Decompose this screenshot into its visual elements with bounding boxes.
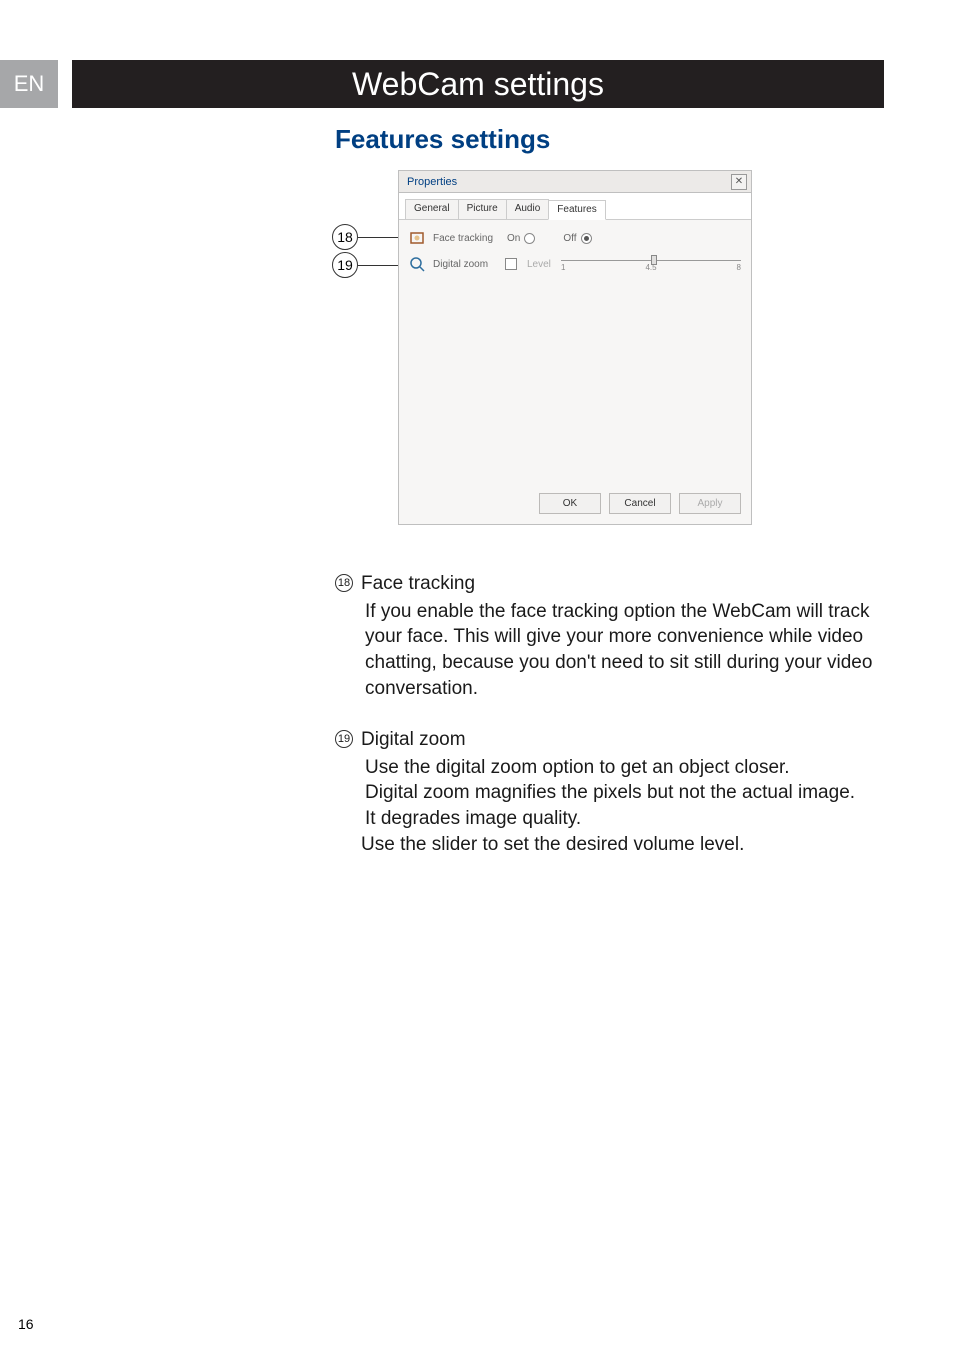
page-title-bar: WebCam settings xyxy=(72,60,884,108)
face-tracking-label: Face tracking xyxy=(433,233,503,244)
tab-audio[interactable]: Audio xyxy=(506,199,550,219)
section-title-face-tracking: Face tracking xyxy=(361,571,475,597)
digital-zoom-checkbox[interactable] xyxy=(505,258,517,270)
face-tracking-row: Face tracking On Off xyxy=(409,230,741,246)
digital-zoom-icon xyxy=(409,256,427,272)
section-para-dz-3: It degrades image quality. xyxy=(335,806,887,832)
section-title-digital-zoom: Digital zoom xyxy=(361,727,466,753)
digital-zoom-label: Digital zoom xyxy=(433,259,503,270)
tab-picture[interactable]: Picture xyxy=(458,199,507,219)
face-tracking-radio-group: On Off xyxy=(507,233,592,244)
properties-dialog: Properties ✕ General Picture Audio Featu… xyxy=(398,170,752,525)
dialog-button-row: OK Cancel Apply xyxy=(399,482,751,524)
radio-off[interactable] xyxy=(581,233,592,244)
section-para-dz-2: Digital zoom magnifies the pixels but no… xyxy=(335,780,887,806)
dialog-title: Properties xyxy=(407,176,457,188)
face-tracking-on-option[interactable]: On xyxy=(507,233,535,244)
face-tracking-off-option[interactable]: Off xyxy=(563,233,591,244)
tab-features[interactable]: Features xyxy=(548,200,605,220)
section-number-18: 18 xyxy=(335,574,353,592)
callout-number-18: 18 xyxy=(332,224,358,250)
tab-general[interactable]: General xyxy=(405,199,459,219)
on-label: On xyxy=(507,233,520,244)
language-tab: EN xyxy=(0,60,58,108)
tab-strip: General Picture Audio Features xyxy=(399,193,751,220)
section-para-face-tracking: If you enable the face tracking option t… xyxy=(335,599,887,702)
radio-on[interactable] xyxy=(524,233,535,244)
section-para-dz-1: Use the digital zoom option to get an ob… xyxy=(335,755,887,781)
tick-max: 8 xyxy=(737,263,741,272)
dialog-titlebar: Properties ✕ xyxy=(399,171,751,193)
callout-number-19: 19 xyxy=(332,252,358,278)
section-para-dz-4: Use the slider to set the desired volume… xyxy=(335,832,887,858)
ok-button[interactable]: OK xyxy=(539,493,601,514)
callout-18: 18 xyxy=(332,224,406,250)
page-number: 16 xyxy=(18,1316,34,1332)
subtitle: Features settings xyxy=(335,124,550,155)
cancel-button[interactable]: Cancel xyxy=(609,493,671,514)
slider-thumb[interactable] xyxy=(651,255,657,265)
properties-dialog-wrapper: Properties ✕ General Picture Audio Featu… xyxy=(398,170,752,525)
dialog-body: Face tracking On Off Digital z xyxy=(399,220,751,482)
section-digital-zoom: 19 Digital zoom Use the digital zoom opt… xyxy=(335,727,887,857)
close-icon[interactable]: ✕ xyxy=(731,174,747,190)
digital-zoom-row: Digital zoom Level 1 4.5 8 xyxy=(409,256,741,272)
level-label: Level xyxy=(527,259,557,270)
section-face-tracking: 18 Face tracking If you enable the face … xyxy=(335,571,887,701)
tick-min: 1 xyxy=(561,263,565,272)
apply-button[interactable]: Apply xyxy=(679,493,741,514)
section-number-19: 19 xyxy=(335,730,353,748)
callout-19: 19 xyxy=(332,252,406,278)
off-label: Off xyxy=(563,233,576,244)
face-tracking-icon xyxy=(409,230,427,246)
digital-zoom-slider[interactable]: 1 4.5 8 xyxy=(561,256,741,272)
